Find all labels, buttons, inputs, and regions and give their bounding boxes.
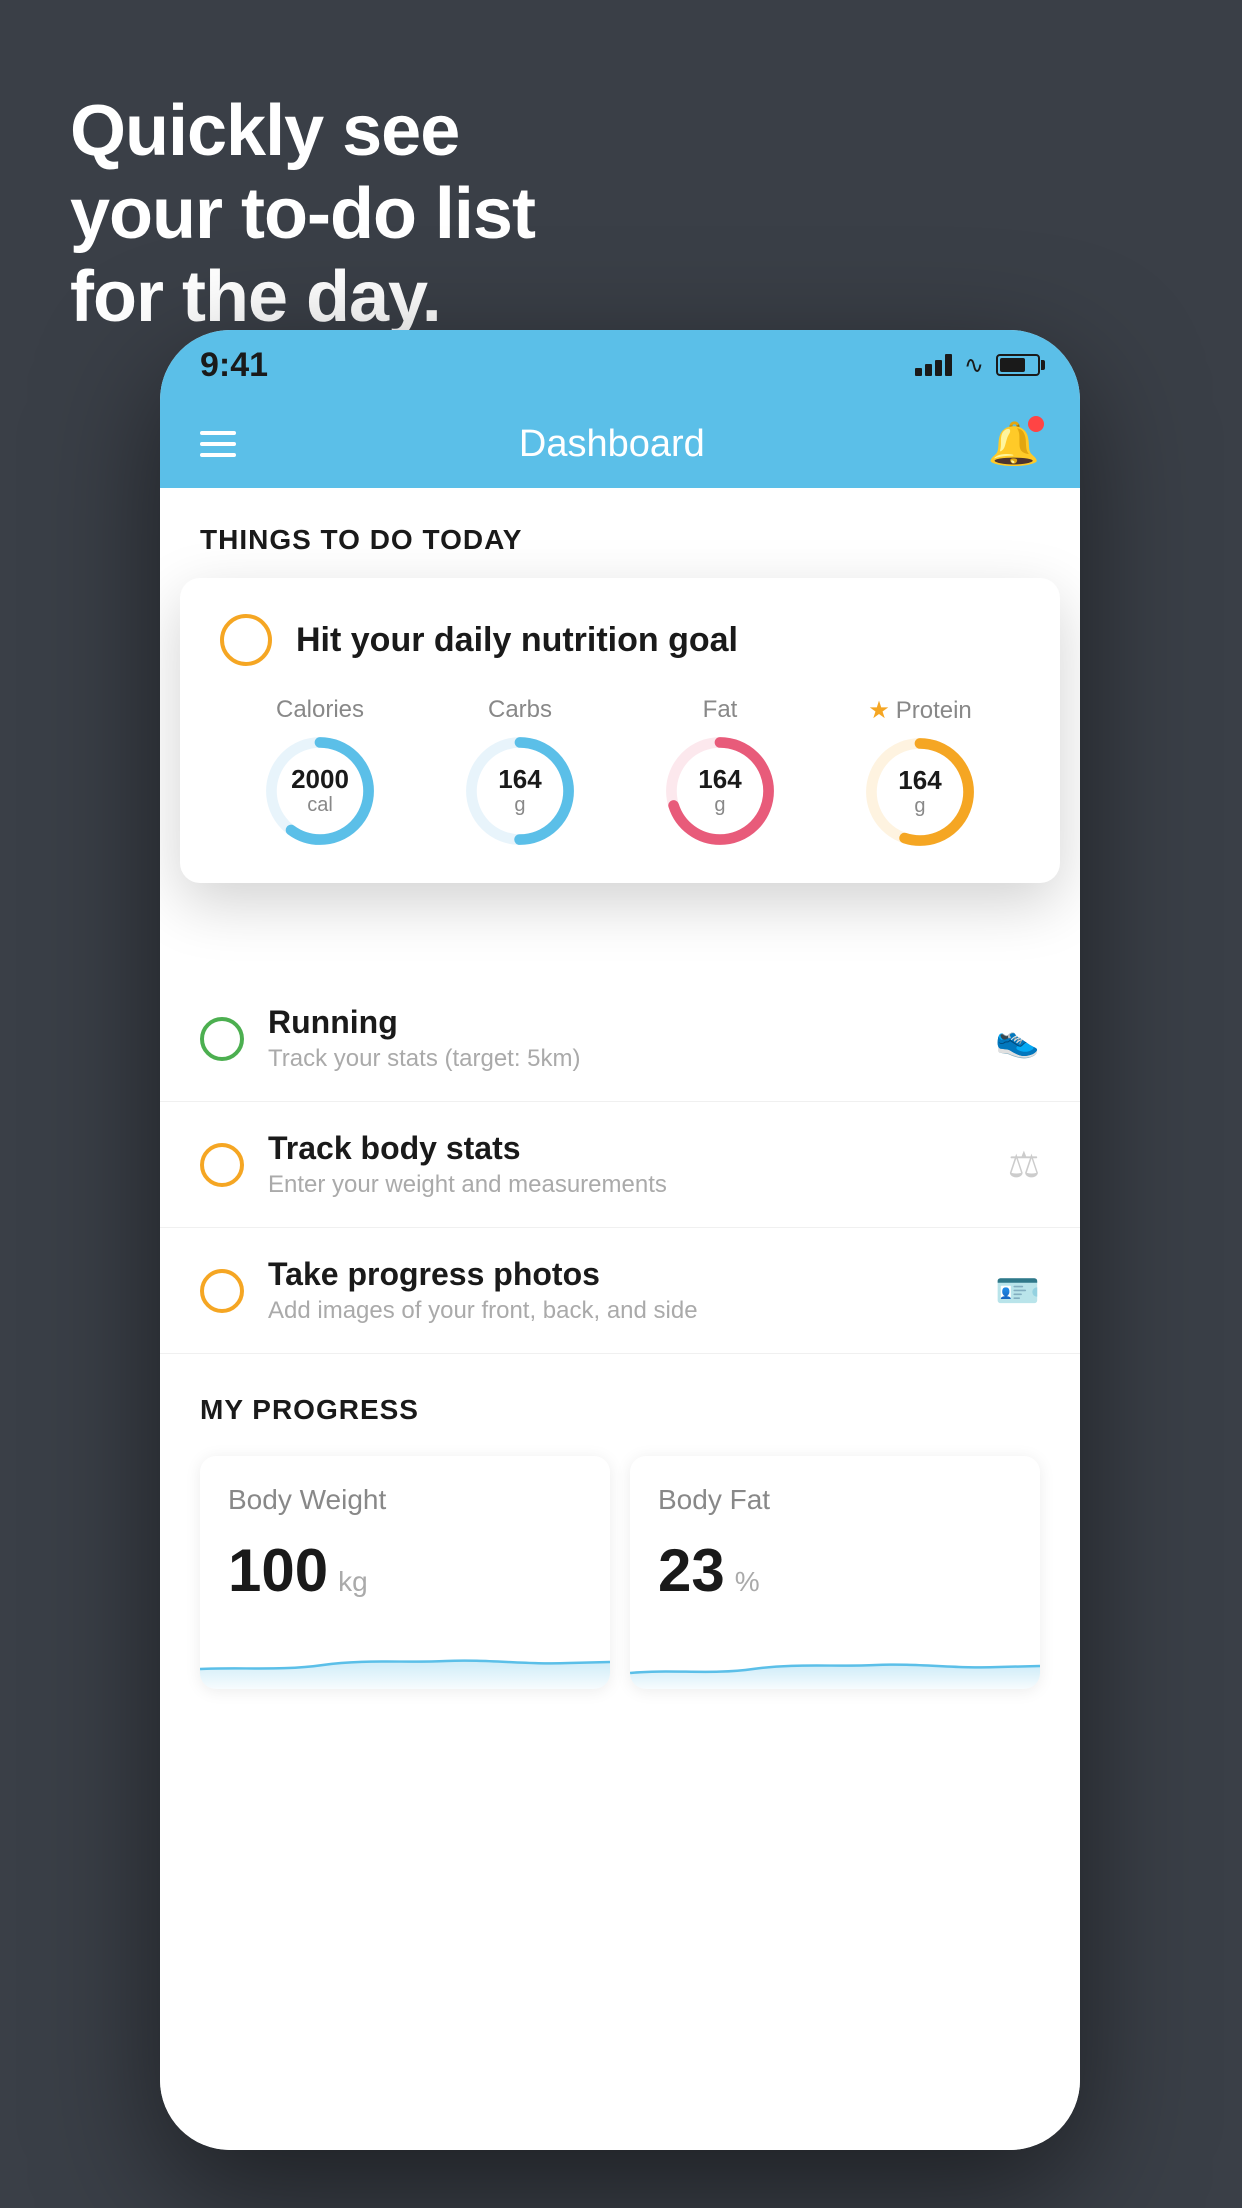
protein-circle: ★ Protein 164 g — [865, 696, 975, 847]
carbs-circle: Carbs 164 g — [465, 696, 575, 846]
fat-value: 164 — [698, 765, 741, 794]
status-time: 9:41 — [200, 346, 268, 385]
header-title: Dashboard — [519, 423, 705, 466]
menu-button[interactable] — [200, 431, 236, 457]
notification-button[interactable]: 🔔 — [988, 420, 1040, 469]
fat-unit: g — [698, 794, 741, 817]
things-to-do-header: THINGS TO DO TODAY — [160, 488, 1080, 576]
calories-circle: Calories 2000 cal — [265, 696, 375, 846]
body-fat-card[interactable]: Body Fat 23 % — [630, 1456, 1040, 1689]
todo-item-running[interactable]: Running Track your stats (target: 5km) 👟 — [160, 976, 1080, 1102]
calories-label: Calories — [276, 696, 364, 724]
progress-photos-icon: 🪪 — [995, 1270, 1040, 1312]
running-check-circle — [200, 1017, 244, 1061]
body-stats-check-circle — [200, 1143, 244, 1187]
carbs-label: Carbs — [488, 696, 552, 724]
running-text: Running Track your stats (target: 5km) — [268, 1004, 971, 1073]
hero-line3: for the day. — [70, 256, 535, 339]
my-progress-header: MY PROGRESS — [200, 1394, 1040, 1426]
running-subtitle: Track your stats (target: 5km) — [268, 1045, 971, 1073]
todo-list: Running Track your stats (target: 5km) 👟… — [160, 976, 1080, 1354]
progress-photos-check-circle — [200, 1269, 244, 1313]
notification-dot — [1028, 416, 1044, 432]
body-fat-value-row: 23 % — [658, 1536, 1012, 1605]
running-title: Running — [268, 1004, 971, 1041]
fat-label: Fat — [703, 696, 738, 724]
app-header: Dashboard 🔔 — [160, 400, 1080, 488]
carbs-unit: g — [498, 794, 541, 817]
body-stats-title: Track body stats — [268, 1130, 984, 1167]
status-bar: 9:41 ∿ — [160, 330, 1080, 400]
nutrition-circles: Calories 2000 cal Carbs — [220, 696, 1020, 847]
protein-value: 164 — [898, 766, 941, 795]
progress-photos-title: Take progress photos — [268, 1256, 971, 1293]
progress-cards: Body Weight 100 kg — [200, 1456, 1040, 1689]
body-weight-value: 100 — [228, 1536, 328, 1605]
calories-unit: cal — [291, 794, 349, 817]
progress-photos-text: Take progress photos Add images of your … — [268, 1256, 971, 1325]
body-fat-chart — [630, 1629, 1040, 1689]
my-progress-section: MY PROGRESS Body Weight 100 kg — [160, 1354, 1080, 1709]
body-fat-title: Body Fat — [658, 1484, 1012, 1516]
calories-value: 2000 — [291, 765, 349, 794]
body-fat-unit: % — [735, 1566, 760, 1598]
body-weight-title: Body Weight — [228, 1484, 582, 1516]
battery-icon — [996, 354, 1040, 376]
body-weight-unit: kg — [338, 1566, 368, 1598]
body-weight-value-row: 100 kg — [228, 1536, 582, 1605]
hero-line1: Quickly see — [70, 90, 535, 173]
protein-unit: g — [898, 795, 941, 818]
body-stats-text: Track body stats Enter your weight and m… — [268, 1130, 984, 1199]
signal-icon — [915, 354, 952, 376]
wifi-icon: ∿ — [964, 351, 984, 380]
status-icons: ∿ — [915, 351, 1040, 380]
progress-photos-subtitle: Add images of your front, back, and side — [268, 1297, 971, 1325]
fat-circle: Fat 164 g — [665, 696, 775, 846]
fat-donut: 164 g — [665, 736, 775, 846]
body-weight-card[interactable]: Body Weight 100 kg — [200, 1456, 610, 1689]
todo-item-body-stats[interactable]: Track body stats Enter your weight and m… — [160, 1102, 1080, 1228]
hero-text: Quickly see your to-do list for the day. — [70, 90, 535, 338]
body-stats-subtitle: Enter your weight and measurements — [268, 1171, 984, 1199]
calories-donut: 2000 cal — [265, 736, 375, 846]
body-fat-value: 23 — [658, 1536, 725, 1605]
hero-line2: your to-do list — [70, 173, 535, 256]
body-stats-icon: ⚖ — [1008, 1144, 1040, 1186]
todo-item-progress-photos[interactable]: Take progress photos Add images of your … — [160, 1228, 1080, 1354]
phone-content: THINGS TO DO TODAY Hit your daily nutrit… — [160, 488, 1080, 2150]
nutrition-check-circle — [220, 614, 272, 666]
body-weight-chart — [200, 1629, 610, 1689]
nutrition-card-header: Hit your daily nutrition goal — [220, 614, 1020, 666]
nutrition-card[interactable]: Hit your daily nutrition goal Calories 2… — [180, 578, 1060, 883]
nutrition-title: Hit your daily nutrition goal — [296, 621, 738, 660]
carbs-donut: 164 g — [465, 736, 575, 846]
running-icon: 👟 — [995, 1018, 1040, 1060]
star-icon: ★ — [868, 696, 890, 725]
protein-donut: 164 g — [865, 737, 975, 847]
phone-frame: 9:41 ∿ Dashboard 🔔 THI — [160, 330, 1080, 2150]
protein-label: ★ Protein — [868, 696, 972, 725]
carbs-value: 164 — [498, 765, 541, 794]
